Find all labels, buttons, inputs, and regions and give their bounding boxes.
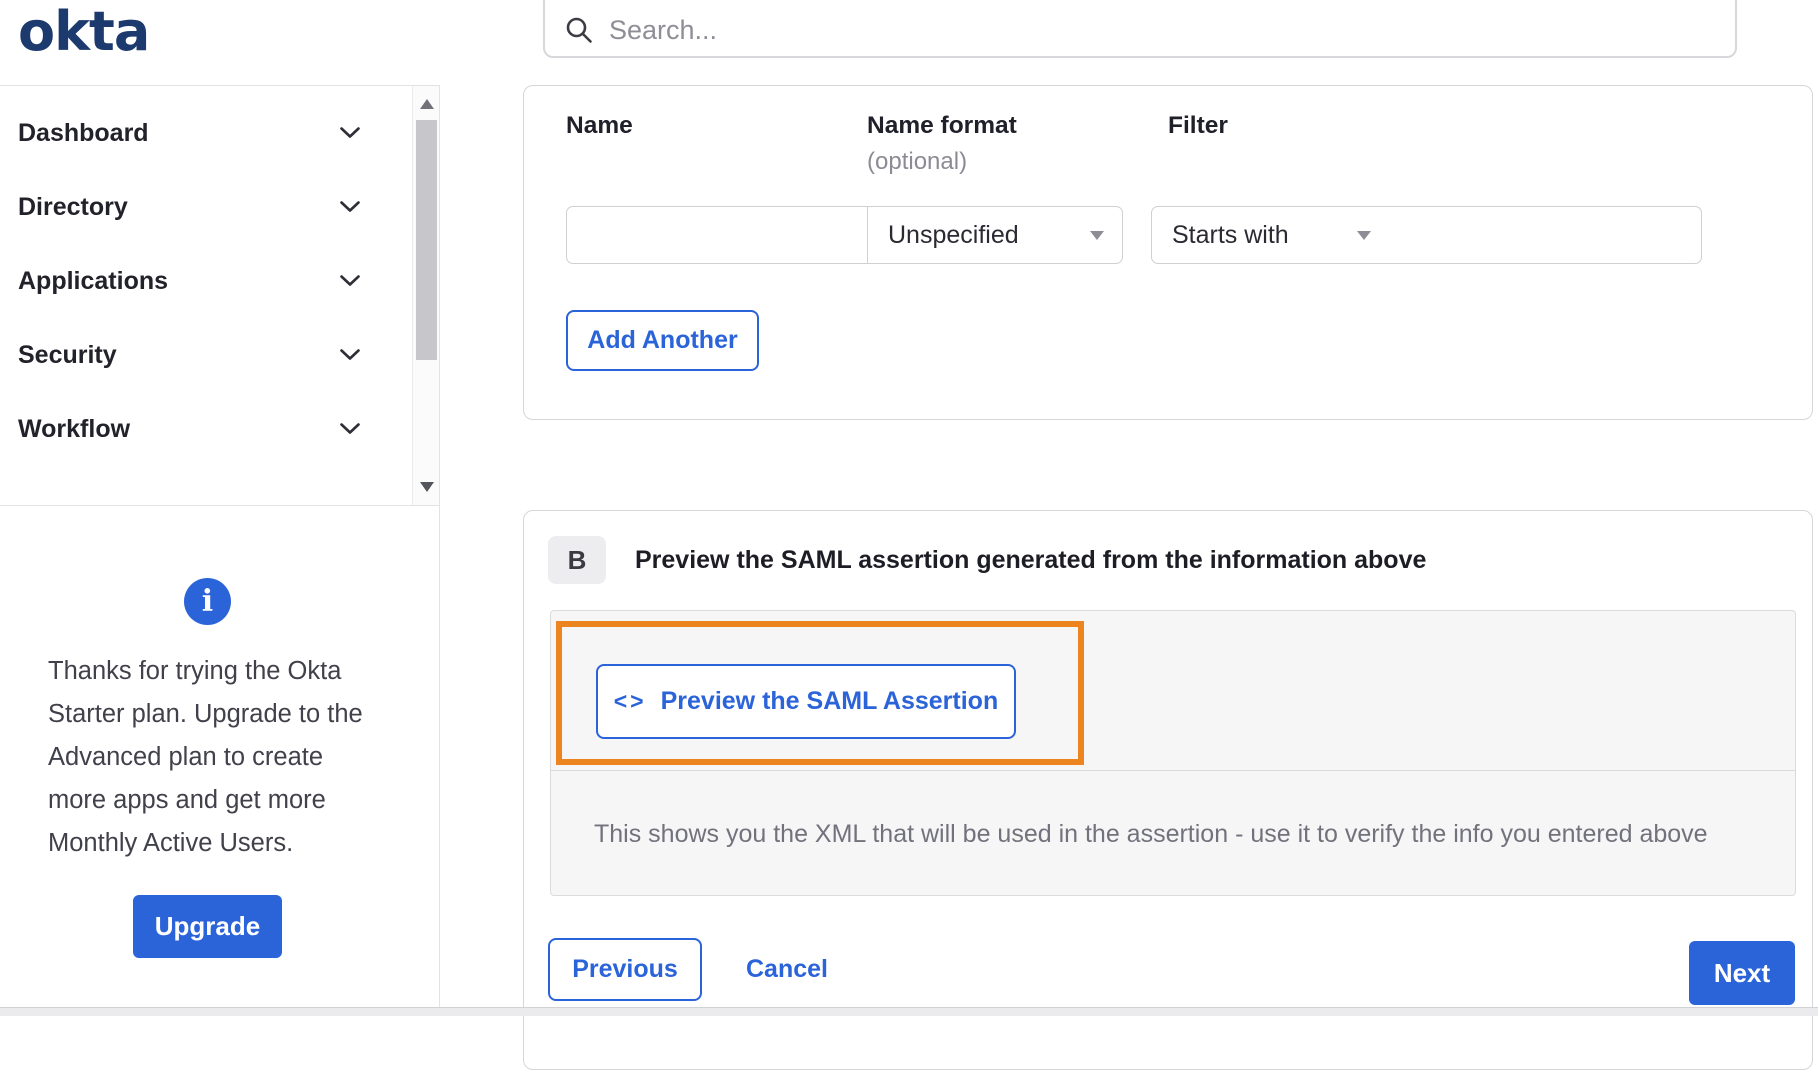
chevron-down-icon <box>340 349 360 361</box>
next-button[interactable]: Next <box>1689 941 1795 1005</box>
sidebar-item-workflow[interactable]: Workflow <box>0 392 412 466</box>
scroll-up-icon[interactable] <box>420 99 434 109</box>
preview-description: This shows you the XML that will be used… <box>594 819 1708 848</box>
name-column-label: Name <box>566 112 633 139</box>
attribute-name-input[interactable] <box>566 206 868 264</box>
add-another-button[interactable]: Add Another <box>566 310 759 371</box>
search-input[interactable] <box>609 14 1715 46</box>
sidebar-item-label: Dashboard <box>18 118 149 147</box>
okta-logo: okta <box>18 0 150 63</box>
sidebar-item-label: Applications <box>18 266 169 295</box>
sidebar-item-directory[interactable]: Directory <box>0 170 412 244</box>
info-icon: i <box>184 578 231 625</box>
search-icon <box>565 16 593 44</box>
name-format-selected-value: Unspecified <box>888 220 1019 249</box>
cancel-button[interactable]: Cancel <box>746 938 828 1001</box>
global-search[interactable] <box>543 0 1737 58</box>
chevron-down-icon <box>340 127 360 139</box>
sidebar-item-label: Security <box>18 340 117 369</box>
sidebar-item-dashboard[interactable]: Dashboard <box>0 96 412 170</box>
upgrade-button[interactable]: Upgrade <box>133 895 282 958</box>
preview-section-heading: Preview the SAML assertion generated fro… <box>635 545 1427 574</box>
upgrade-notice: i Thanks for trying the Okta Starter pla… <box>0 578 420 958</box>
scrollbar-thumb[interactable] <box>416 120 437 360</box>
step-b-badge: B <box>548 536 606 584</box>
sidebar-scrollbar[interactable] <box>412 86 440 505</box>
previous-button[interactable]: Previous <box>548 938 702 1001</box>
name-format-select[interactable]: Unspecified <box>867 206 1123 264</box>
preview-assertion-box: <> Preview the SAML Assertion This shows… <box>550 610 1796 896</box>
chevron-down-icon <box>340 201 360 213</box>
select-caret-icon <box>1357 230 1371 240</box>
name-format-column-label: Name format <box>867 112 1017 139</box>
select-caret-icon <box>1090 230 1104 240</box>
filter-value-input[interactable] <box>1389 206 1702 264</box>
sidebar-item-applications[interactable]: Applications <box>0 244 412 318</box>
sidebar-item-label: Workflow <box>18 414 131 443</box>
filter-operator-select[interactable]: Starts with <box>1151 206 1390 264</box>
code-icon: <> <box>613 688 647 714</box>
attribute-statements-panel: Name Name format (optional) Filter Unspe… <box>523 85 1813 420</box>
page-bottom-edge <box>0 1007 1818 1016</box>
filter-operator-selected-value: Starts with <box>1172 220 1289 249</box>
preview-saml-assertion-button[interactable]: <> Preview the SAML Assertion <box>596 664 1016 739</box>
sidebar-item-security[interactable]: Security <box>0 318 412 392</box>
sidebar-nav: Dashboard Directory Applications Securit… <box>0 85 440 506</box>
upgrade-notice-text: Thanks for trying the Okta Starter plan.… <box>48 657 363 857</box>
preview-saml-panel: B Preview the SAML assertion generated f… <box>523 510 1813 1070</box>
chevron-down-icon <box>340 423 360 435</box>
sidebar-divider <box>439 85 440 1008</box>
preview-saml-assertion-label: Preview the SAML Assertion <box>660 687 999 715</box>
scroll-down-icon[interactable] <box>420 482 434 492</box>
chevron-down-icon <box>340 275 360 287</box>
sidebar-item-label: Directory <box>18 192 128 221</box>
name-format-optional-label: (optional) <box>867 148 968 175</box>
filter-column-label: Filter <box>1168 112 1228 139</box>
